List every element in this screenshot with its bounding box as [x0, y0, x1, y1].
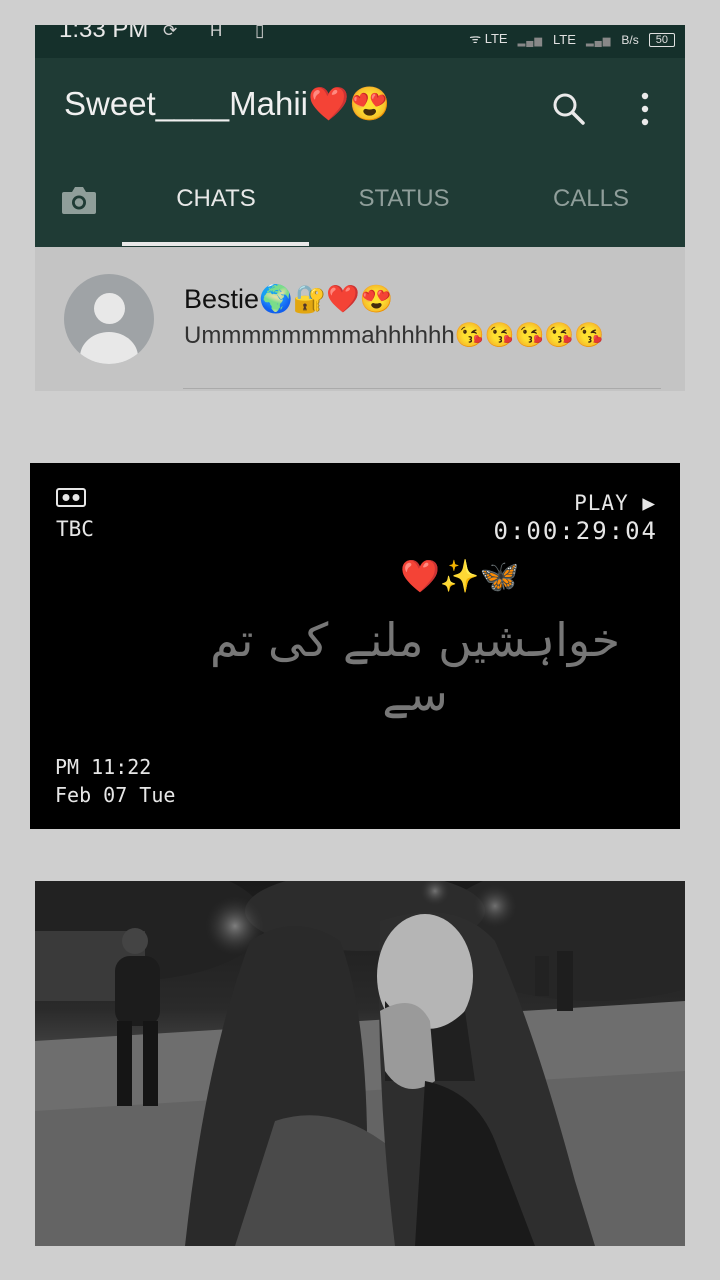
- chat-list-item[interactable]: Bestie🌍🔐❤️😍 Ummmmmmmmahhhhhh😘😘😘😘😘: [35, 247, 685, 391]
- play-indicator: PLAY ▶: [574, 491, 656, 515]
- more-options-icon[interactable]: [635, 91, 655, 127]
- chat-contact-name: Bestie🌍🔐❤️😍: [184, 284, 394, 314]
- divider: [183, 388, 661, 389]
- camera-icon[interactable]: [60, 183, 98, 217]
- tab-calls[interactable]: CALLS: [497, 185, 685, 213]
- status-left-icons: ⟳ H ▯: [163, 25, 279, 40]
- chat-title: Sweet____Mahii❤️😍: [64, 85, 391, 122]
- search-icon[interactable]: [552, 92, 586, 126]
- avatar-head-shape: [94, 293, 125, 324]
- cassette-icon: [56, 488, 86, 507]
- signal-bars-icon-2: ▂▄▆: [585, 36, 612, 47]
- network-speed: B/s: [621, 33, 639, 47]
- signal-bars-icon: ▂▄▆: [517, 36, 544, 47]
- lte-indicator-1: ᯤ LTE: [469, 31, 508, 46]
- vhs-frame: TBC PLAY ▶ 0:00:29:04 ❤️✨🦋 خواہشیں ملنے …: [30, 463, 680, 829]
- battery-icon: 50: [648, 33, 675, 47]
- urdu-caption: خواہشیں ملنے کی تم سے: [209, 613, 621, 721]
- status-time: 1:33 PM: [59, 25, 149, 43]
- tape-counter: 0:00:29:04: [493, 517, 658, 545]
- night-photo: [35, 881, 685, 1246]
- chat-last-message: Ummmmmmmmahhhhhh😘😘😘😘😘: [184, 322, 605, 349]
- whatsapp-screenshot: 1:33 PM ⟳ H ▯ ᯤ LTE ▂▄▆ LTE ▂▄▆ B/s 50 S…: [35, 25, 685, 391]
- tbc-label: TBC: [56, 517, 94, 541]
- avatar-body-shape: [80, 332, 138, 364]
- vhs-time: PM 11:22: [55, 755, 152, 779]
- avatar[interactable]: [64, 274, 154, 364]
- vhs-date: Feb 07 Tue: [55, 783, 176, 807]
- tab-status[interactable]: STATUS: [310, 185, 498, 213]
- emoji-decoration: ❤️✨🦋: [400, 557, 520, 595]
- status-right-icons: ᯤ LTE ▂▄▆ LTE ▂▄▆ B/s 50: [469, 27, 675, 47]
- status-bar: 1:33 PM ⟳ H ▯ ᯤ LTE ▂▄▆ LTE ▂▄▆ B/s 50: [35, 25, 685, 58]
- active-tab-indicator: [122, 242, 309, 246]
- tab-chats[interactable]: CHATS: [122, 185, 310, 213]
- lte-indicator-2: LTE: [553, 32, 576, 47]
